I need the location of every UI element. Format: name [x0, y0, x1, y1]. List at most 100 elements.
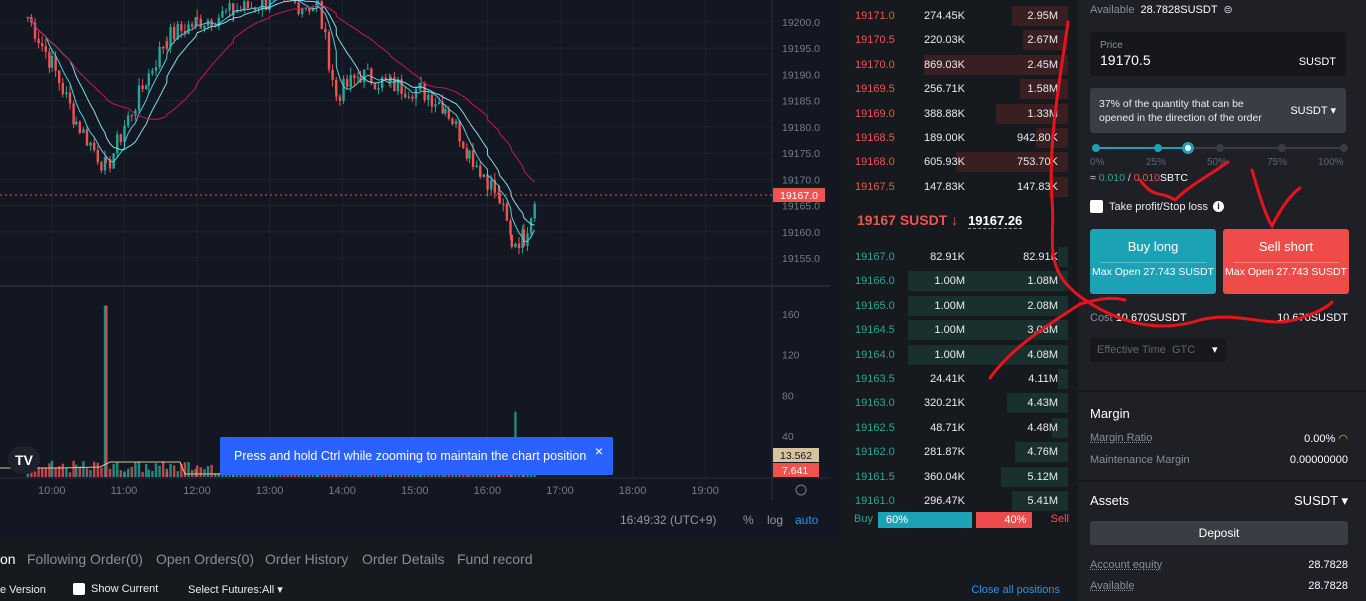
price-input[interactable]: Price 19170.5 SUSDT	[1090, 32, 1346, 76]
orderbook-bid-row[interactable]: 19161.5 360.04K 5.12M	[840, 465, 1068, 489]
slider-stop[interactable]	[1278, 144, 1286, 152]
last-price-label: 19167.0	[780, 190, 818, 202]
percent-scale-button[interactable]: %	[743, 513, 754, 527]
candle	[228, 3, 231, 11]
total: 3.08M	[1027, 324, 1058, 337]
volume-bar	[48, 463, 51, 477]
close-all-positions-link[interactable]: Close all positions	[971, 584, 1060, 596]
slider-stop[interactable]	[1092, 144, 1100, 152]
candle	[427, 94, 430, 100]
tab-on[interactable]: on	[0, 551, 16, 567]
price: 19161.5	[855, 470, 895, 483]
candle	[349, 75, 352, 87]
zoom-hint-toast: Press and hold Ctrl while zooming to mai…	[220, 437, 613, 475]
tab-open-orders-[interactable]: Open Orders(0)	[156, 551, 254, 567]
price-value[interactable]: 19170.5	[1100, 52, 1151, 68]
candle	[482, 174, 486, 177]
quantity-input[interactable]: 37% of the quantity that can be opened i…	[1090, 88, 1346, 133]
candle	[356, 77, 360, 79]
slider-stop[interactable]	[1216, 144, 1224, 152]
orderbook-bid-row[interactable]: 19161.0 296.47K 5.41M	[840, 489, 1068, 513]
volume-bar	[158, 465, 161, 477]
effective-time-select[interactable]: Effective Time GTC ▾	[1090, 338, 1226, 362]
candle	[48, 51, 51, 68]
select-futures-dropdown[interactable]: Select Futures:All ▾	[188, 583, 283, 596]
slider-handle[interactable]	[1181, 142, 1194, 154]
sell-short-button[interactable]: Sell short Max Open 27.743 SUSDT	[1223, 229, 1349, 294]
close-icon[interactable]: ×	[595, 443, 603, 459]
candle	[342, 78, 345, 101]
orderbook-ask-row[interactable]: 19167.5 147.83K 147.83K	[840, 175, 1068, 199]
tab-order-details[interactable]: Order Details	[362, 551, 444, 567]
total: 5.12M	[1027, 470, 1058, 483]
candle	[116, 134, 119, 154]
candle	[490, 180, 493, 190]
volume-bar	[176, 471, 179, 477]
convert-icon[interactable]: ⊜	[1223, 4, 1232, 16]
candle	[169, 26, 172, 47]
candle	[486, 180, 489, 190]
candle	[505, 203, 509, 221]
orderbook-bid-row[interactable]: 19165.0 1.00M 2.08M	[840, 294, 1068, 318]
tab-fund-record[interactable]: Fund record	[457, 551, 532, 567]
total: 1.08M	[1027, 275, 1058, 288]
settings-gear-icon[interactable]	[795, 484, 807, 496]
log-scale-button[interactable]: log	[767, 513, 783, 527]
amount: 220.03K	[924, 34, 965, 47]
volume-ma-label: 13.562	[780, 450, 812, 462]
assets-currency-select[interactable]: SUSDT ▾	[1294, 493, 1348, 509]
quantity-unit-select[interactable]: SUSDT ▾	[1290, 104, 1336, 117]
tradingview-logo: TV	[8, 446, 40, 474]
tpsl-checkbox[interactable]	[1090, 200, 1103, 213]
orderbook-ask-row[interactable]: 19169.5 256.71K 1.58M	[840, 77, 1068, 101]
candle	[479, 165, 482, 177]
order-book: 19171.0 274.45K 2.95M 19170.5 220.03K 2.67M 19…	[840, 0, 1076, 540]
orderbook-ask-row[interactable]: 19168.0 605.93K 753.70K	[840, 150, 1068, 174]
simple-version-toggle[interactable]: e Version	[0, 584, 46, 596]
tab-order-history[interactable]: Order History	[265, 551, 348, 567]
total: 4.11M	[1028, 373, 1058, 385]
tpsl-toggle[interactable]: Take profit/Stop loss i	[1090, 200, 1225, 213]
total: 4.43M	[1027, 397, 1058, 410]
orderbook-bid-row[interactable]: 19164.0 1.00M 4.08M	[840, 343, 1068, 367]
orderbook-ask-row[interactable]: 19170.0 869.03K 2.45M	[840, 53, 1068, 77]
quantity-estimate: ≈ 0.010 / 0.010SBTC	[1090, 172, 1189, 184]
slider-stop[interactable]	[1154, 144, 1162, 152]
orderbook-ask-row[interactable]: 19168.5 189.00K 942.80K	[840, 126, 1068, 150]
candle	[37, 38, 40, 44]
candle	[362, 69, 366, 83]
orderbook-bid-row[interactable]: 19162.0 281.87K 4.76M	[840, 440, 1068, 464]
orderbook-bid-row[interactable]: 19167.0 82.91K 82.91K	[840, 245, 1068, 269]
orderbook-bid-row[interactable]: 19166.0 1.00M 1.08M	[840, 269, 1068, 293]
tab-following-order-[interactable]: Following Order(0)	[27, 551, 143, 567]
orderbook-bid-row[interactable]: 19164.5 1.00M 3.08M	[840, 318, 1068, 342]
mark-price[interactable]: 19167.26	[968, 213, 1023, 229]
auto-scale-button[interactable]: auto	[795, 513, 818, 527]
price-chart[interactable]: 19200.0 19195.0 19190.0 19185.0 19180.0 19175…	[0, 0, 840, 540]
orderbook-ask-row[interactable]: 19171.0 274.45K 2.95M	[840, 4, 1068, 28]
moving-average-mid	[27, 0, 535, 226]
orderbook-bid-row[interactable]: 19163.5 24.41K 4.11M	[840, 367, 1068, 391]
orderbook-ask-row[interactable]: 19169.0 388.88K 1.33M	[840, 102, 1068, 126]
time-tick-label: 15:00	[401, 485, 429, 497]
candle	[246, 1, 250, 9]
buy-long-button[interactable]: Buy long Max Open 27.743 SUSDT	[1090, 229, 1216, 294]
deposit-button[interactable]: Deposit	[1090, 521, 1348, 545]
info-icon[interactable]: i	[1213, 201, 1225, 212]
show-current-checkbox[interactable]	[73, 583, 85, 595]
available-balance: Available 28.7828SUSDT ⊜	[1090, 4, 1233, 16]
candle	[203, 25, 206, 29]
orderbook-ask-row[interactable]: 19170.5 220.03K 2.67M	[840, 28, 1068, 52]
volume-bar	[172, 465, 176, 477]
toast-text: Press and hold Ctrl while zooming to mai…	[234, 449, 587, 463]
show-current-toggle[interactable]: Show Current	[73, 583, 158, 595]
price: 19171.0	[855, 10, 895, 22]
quantity-slider[interactable]	[1092, 141, 1348, 155]
orderbook-bid-row[interactable]: 19163.0 320.21K 4.43M	[840, 391, 1068, 415]
orderbook-bid-row[interactable]: 19162.5 48.71K 4.48M	[840, 416, 1068, 440]
candle	[180, 24, 183, 31]
candle	[327, 32, 331, 70]
total: 1.58M	[1027, 83, 1058, 96]
slider-stop[interactable]	[1340, 144, 1348, 152]
candle	[373, 83, 377, 90]
